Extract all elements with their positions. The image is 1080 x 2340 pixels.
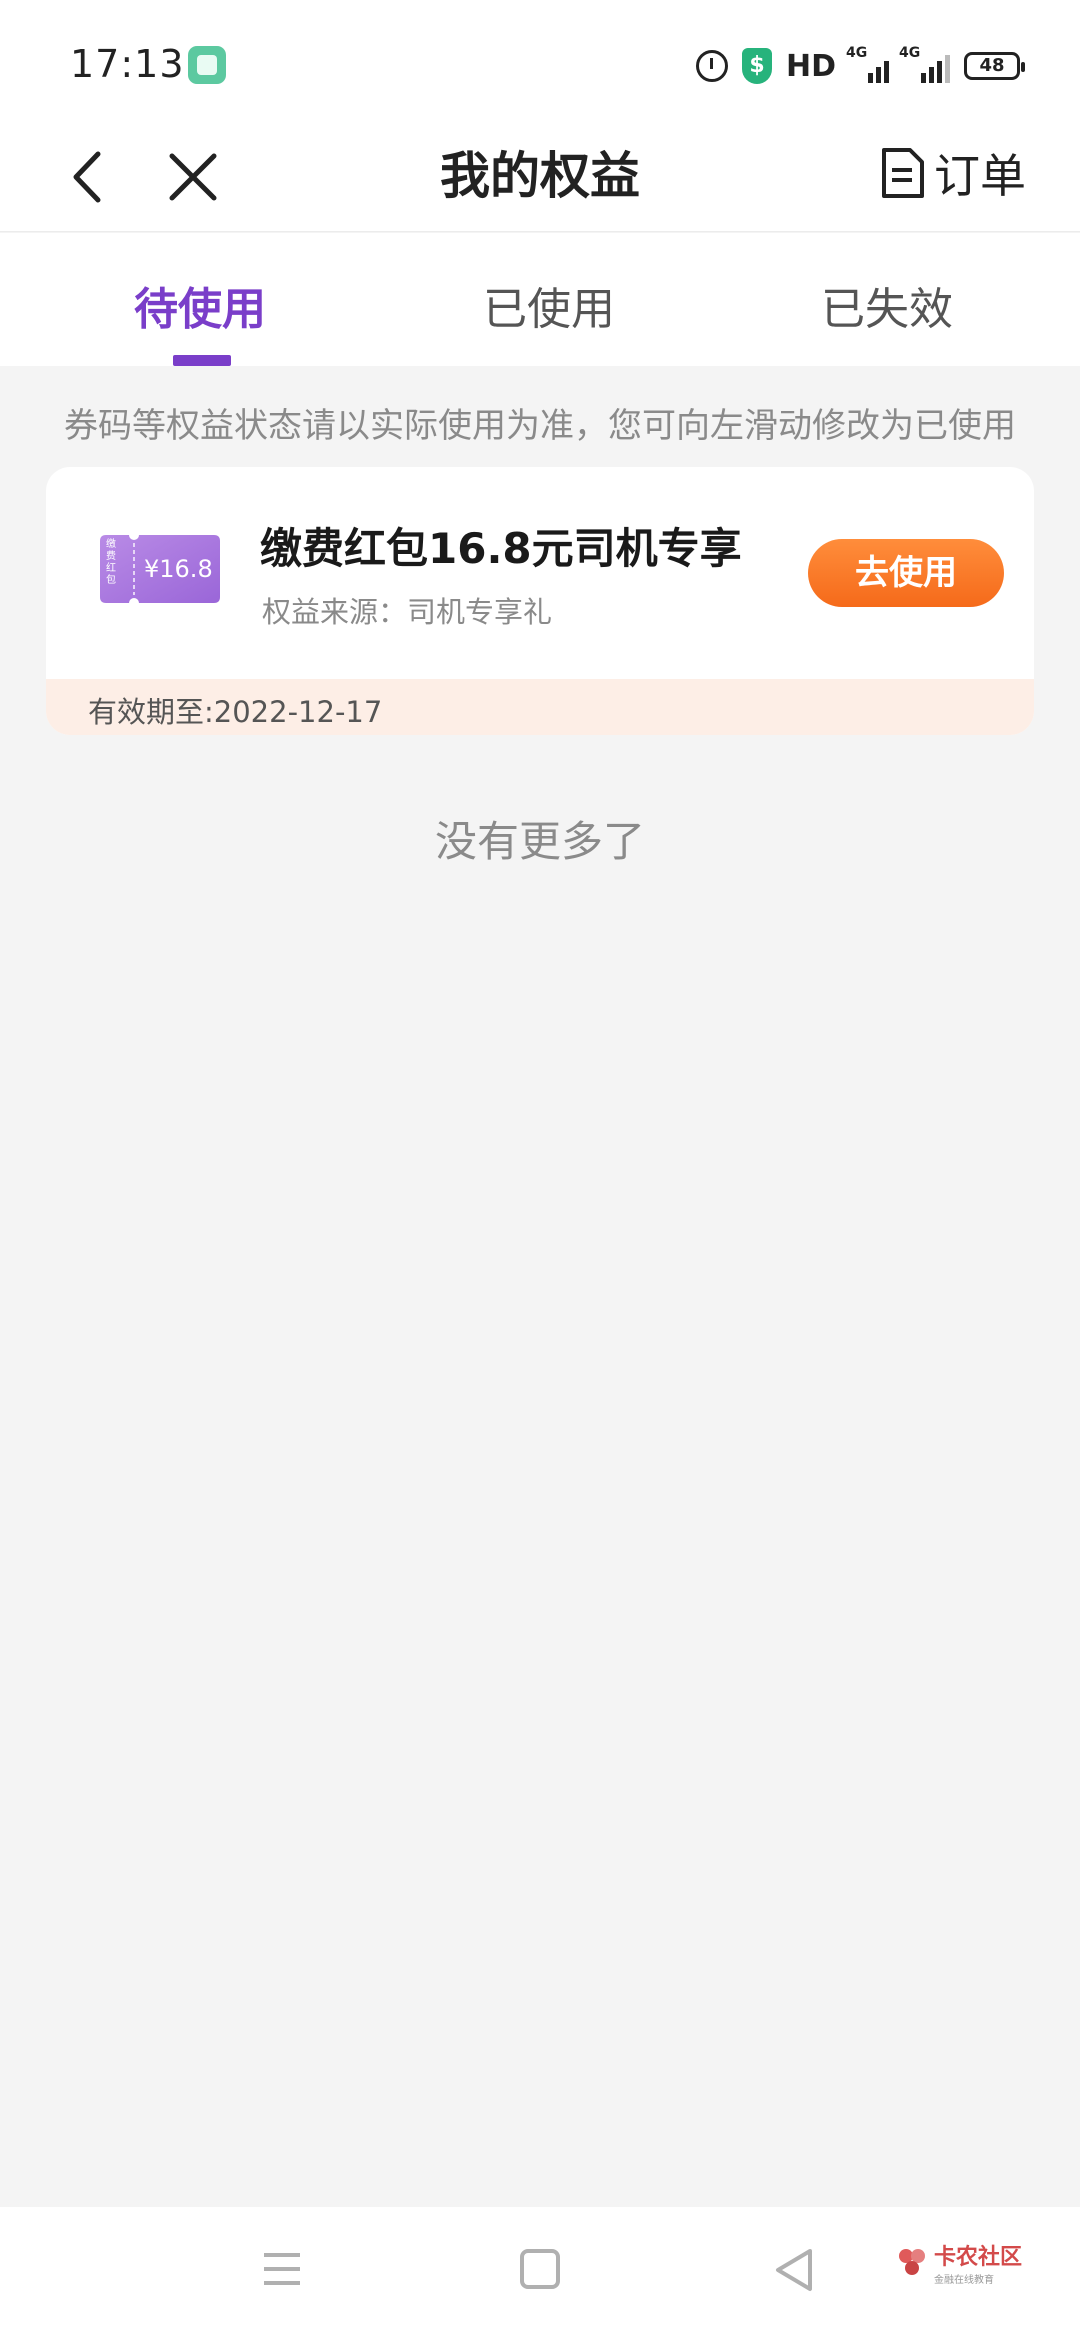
signal-icon-1: 4G xyxy=(846,45,889,83)
recent-apps-button[interactable] xyxy=(262,2249,302,2289)
shield-icon: $ xyxy=(741,48,772,84)
nav-bar: 我的权益 订单 xyxy=(0,130,1080,232)
tab-expired[interactable]: 已失效 xyxy=(737,273,1037,337)
status-hint: 券码等权益状态请以实际使用为准，您可向左滑动修改为已使用 xyxy=(64,406,1016,446)
tab-used[interactable]: 已使用 xyxy=(399,273,699,337)
watermark: 卡农社区 金融在线教育 xyxy=(896,2237,1026,2287)
signal-icon-2: 4G xyxy=(899,45,950,83)
active-tab-indicator xyxy=(173,355,231,366)
battery-icon: 48 xyxy=(964,52,1025,80)
orders-label: 订单 xyxy=(934,149,1026,203)
hd-indicator: HD xyxy=(785,48,836,84)
status-icons: $ HD 4G 4G 48 xyxy=(695,44,1025,88)
home-button[interactable] xyxy=(520,2249,560,2289)
system-nav-bar: 卡农社区 金融在线教育 xyxy=(0,2207,1080,2340)
app-notification-icon xyxy=(188,46,226,84)
use-coupon-button[interactable]: 去使用 xyxy=(808,539,1004,607)
watermark-logo-icon xyxy=(896,2246,928,2278)
no-more-text: 没有更多了 xyxy=(434,817,645,866)
network-type-1: 4G xyxy=(846,45,868,61)
tab-unused[interactable]: 待使用 xyxy=(50,273,350,337)
triangle-back-icon xyxy=(776,2249,812,2291)
coupon-ticket-icon: 缴费红包 ¥16.8 xyxy=(100,530,220,608)
tab-bar: 待使用 已使用 已失效 xyxy=(0,233,1080,366)
menu-icon xyxy=(264,2253,300,2285)
document-icon xyxy=(882,148,924,198)
alarm-icon xyxy=(695,50,728,82)
system-back-button[interactable] xyxy=(772,2247,816,2293)
network-type-2: 4G xyxy=(899,45,921,61)
coupon-source: 权益来源：司机专享礼 xyxy=(262,595,553,629)
coupon-card[interactable]: 缴费红包 ¥16.8 缴费红包16.8元司机专享 权益来源：司机专享礼 去使用 … xyxy=(46,467,1034,735)
watermark-title: 卡农社区 xyxy=(934,2244,1023,2270)
watermark-subtitle: 金融在线教育 xyxy=(934,2274,994,2286)
coupon-footer: 有效期至:2022-12-17 xyxy=(46,679,1034,735)
coupon-icon-value: ¥16.8 xyxy=(144,555,213,583)
status-time: 17:13 xyxy=(70,42,185,86)
coupon-title: 缴费红包16.8元司机专享 xyxy=(260,524,742,573)
coupon-expiry: 有效期至:2022-12-17 xyxy=(88,695,383,729)
coupon-icon-label: 缴费红包 xyxy=(106,539,116,586)
orders-button[interactable]: 订单 xyxy=(878,138,1026,208)
status-bar: 17:13 $ HD 4G 4G 48 xyxy=(0,0,1080,130)
